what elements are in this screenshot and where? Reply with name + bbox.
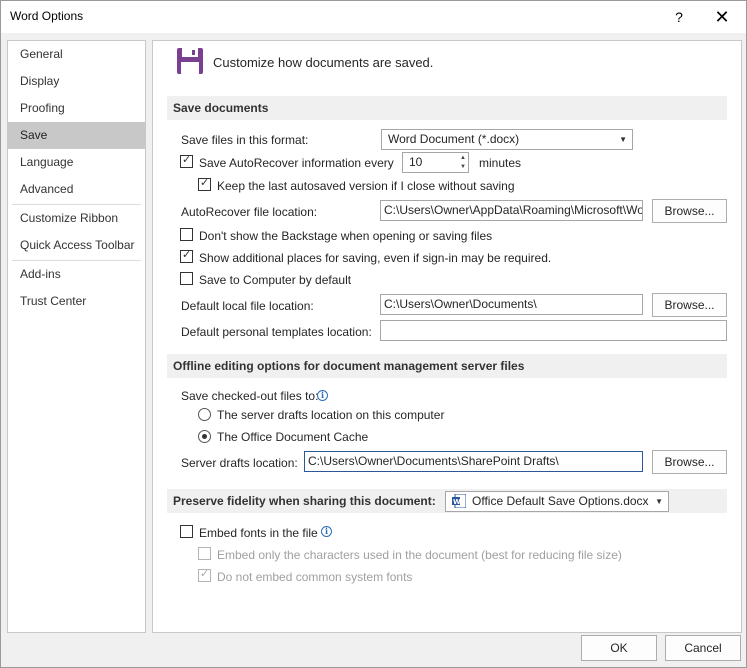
autorecover-checkbox[interactable]: ✓: [180, 154, 193, 168]
no-common-fonts-label: Do not embed common system fonts: [217, 570, 413, 584]
chevron-down-icon: ▼: [655, 497, 663, 506]
additional-places-checkbox[interactable]: ✓: [180, 249, 193, 263]
nav-item-trust-center[interactable]: Trust Center: [8, 288, 145, 315]
fidelity-document-select[interactable]: W Office Default Save Options.docx ▼: [445, 491, 669, 512]
autorecover-minutes-spinner[interactable]: 10 ▲ ▼: [402, 152, 469, 173]
server-drafts-location-label: Server drafts location:: [181, 456, 298, 470]
spin-up-icon[interactable]: ▲: [460, 154, 466, 162]
default-local-location-field[interactable]: C:\Users\Owner\Documents\: [380, 294, 643, 315]
help-button[interactable]: ?: [667, 5, 691, 29]
save-to-computer-label: Save to Computer by default: [199, 273, 352, 287]
spin-down-icon[interactable]: ▼: [460, 163, 466, 171]
word-document-icon: W: [452, 494, 466, 508]
section-save-documents: Save documents: [167, 96, 727, 120]
radio-office-document-cache[interactable]: [198, 430, 211, 443]
server-drafts-location-field[interactable]: C:\Users\Owner\Documents\SharePoint Draf…: [304, 451, 643, 472]
nav-item-add-ins[interactable]: Add-ins: [8, 261, 145, 288]
save-format-label: Save files in this format:: [181, 133, 309, 147]
server-drafts-browse-button[interactable]: Browse...: [652, 450, 727, 474]
save-to-computer-checkbox[interactable]: [180, 272, 193, 285]
svg-text:W: W: [453, 498, 461, 506]
cancel-button[interactable]: Cancel: [665, 635, 741, 661]
checkmark-icon: ✓: [182, 154, 192, 166]
nav-item-display[interactable]: Display: [8, 68, 145, 95]
floppy-disk-icon: [177, 48, 203, 74]
embed-fonts-checkbox[interactable]: [180, 525, 193, 538]
backstage-checkbox[interactable]: [180, 228, 193, 241]
nav-item-advanced[interactable]: Advanced: [8, 176, 145, 203]
autorecover-label: Save AutoRecover information every: [199, 156, 394, 170]
fidelity-document-value: Office Default Save Options.docx: [472, 494, 649, 508]
embed-fonts-label: Embed fonts in the file: [199, 526, 318, 540]
embed-only-characters-checkbox[interactable]: [198, 547, 211, 560]
radio-selected-dot: [202, 434, 207, 439]
autorecover-browse-button[interactable]: Browse...: [652, 199, 727, 223]
ok-button[interactable]: OK: [581, 635, 657, 661]
no-common-fonts-checkbox[interactable]: ✓: [198, 568, 211, 582]
section-offline-editing: Offline editing options for document man…: [167, 354, 727, 378]
checked-out-files-label: Save checked-out files to:: [181, 389, 319, 403]
nav-item-proofing[interactable]: Proofing: [8, 95, 145, 122]
additional-places-label: Show additional places for saving, even …: [199, 251, 552, 265]
nav-item-language[interactable]: Language: [8, 149, 145, 176]
page-heading: Customize how documents are saved.: [213, 55, 434, 70]
default-local-browse-button[interactable]: Browse...: [652, 293, 727, 317]
save-options-panel: Customize how documents are saved. Save …: [152, 40, 742, 633]
embed-only-characters-label: Embed only the characters used in the do…: [217, 548, 622, 562]
autorecover-location-label: AutoRecover file location:: [181, 205, 318, 219]
nav-item-save[interactable]: Save: [8, 122, 145, 149]
radio-server-drafts[interactable]: [198, 408, 211, 421]
save-format-value: Word Document (*.docx): [388, 132, 520, 146]
info-icon: i: [321, 526, 332, 537]
nav-item-general[interactable]: General: [8, 41, 145, 68]
info-icon: i: [317, 390, 328, 401]
title-bar: Word Options ? ✕: [1, 1, 746, 33]
nav-item-quick-access-toolbar[interactable]: Quick Access Toolbar: [8, 232, 145, 259]
default-templates-location-label: Default personal templates location:: [181, 325, 372, 339]
word-options-dialog: Word Options ? ✕ General Display Proofin…: [0, 0, 747, 668]
checkmark-icon: ✓: [182, 249, 192, 261]
close-button[interactable]: ✕: [707, 5, 737, 29]
radio-office-document-cache-label: The Office Document Cache: [217, 430, 369, 444]
autorecover-minutes-value: 10: [409, 155, 423, 169]
save-format-select[interactable]: Word Document (*.docx) ▼: [381, 129, 633, 150]
keep-last-autosaved-label: Keep the last autosaved version if I clo…: [217, 179, 515, 193]
checkmark-icon: ✓: [200, 568, 210, 580]
radio-server-drafts-label: The server drafts location on this compu…: [217, 408, 445, 422]
options-category-list: General Display Proofing Save Language A…: [7, 40, 146, 633]
backstage-label: Don't show the Backstage when opening or…: [199, 229, 493, 243]
minutes-label: minutes: [479, 156, 522, 170]
window-title: Word Options: [10, 9, 84, 23]
checkmark-icon: ✓: [200, 177, 210, 189]
chevron-down-icon: ▼: [619, 135, 627, 144]
default-templates-location-field[interactable]: [380, 320, 727, 341]
default-local-location-label: Default local file location:: [181, 299, 314, 313]
keep-last-autosaved-checkbox[interactable]: ✓: [198, 177, 211, 191]
nav-item-customize-ribbon[interactable]: Customize Ribbon: [8, 205, 145, 232]
autorecover-location-field[interactable]: C:\Users\Owner\AppData\Roaming\Microsoft…: [380, 200, 643, 221]
